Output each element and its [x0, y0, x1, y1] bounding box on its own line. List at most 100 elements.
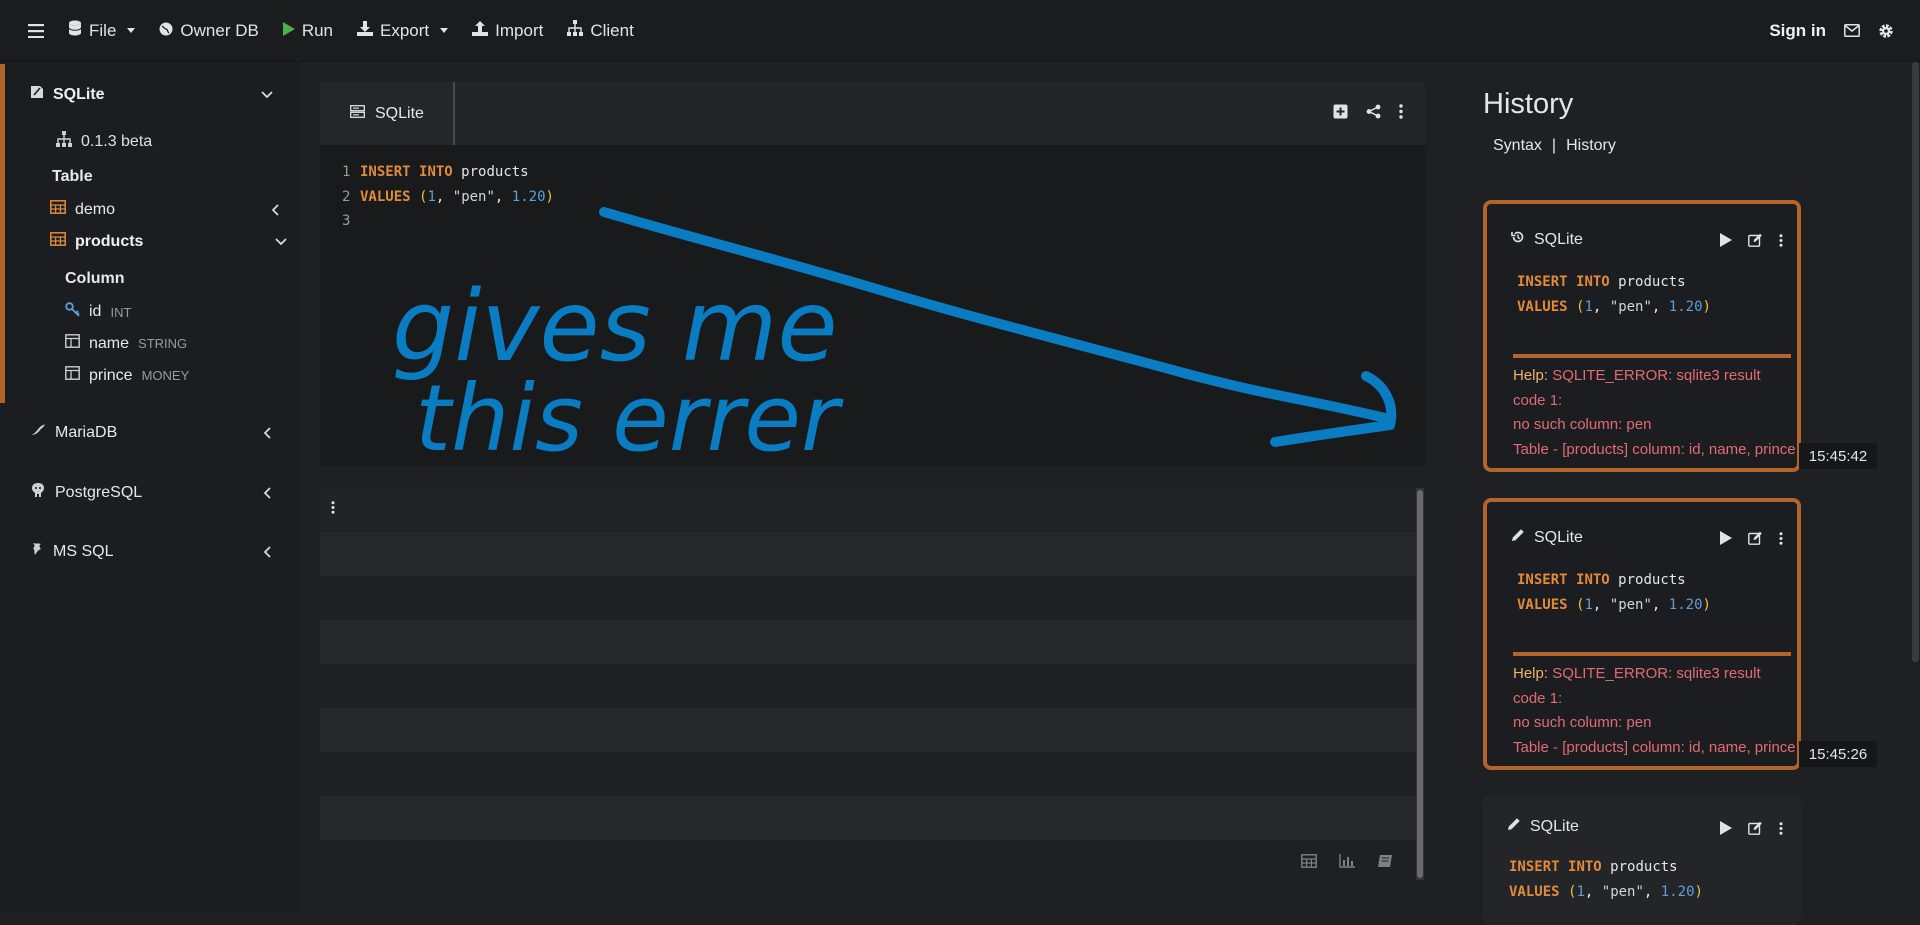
history-db-label: SQLite — [1530, 817, 1579, 835]
import-label: Import — [495, 20, 544, 40]
chevron-down-icon — [274, 235, 288, 249]
code-line: 1 INSERT INTO products — [342, 160, 554, 185]
keyword: INSERT — [1517, 274, 1568, 290]
keyword: INTO — [1576, 274, 1610, 290]
chart-view-icon[interactable] — [1339, 854, 1355, 873]
history-link[interactable]: History — [1566, 137, 1616, 155]
client-button[interactable]: Client — [567, 20, 634, 41]
more-vertical-icon[interactable] — [1399, 104, 1403, 124]
sidebar: SQLite 0.1.3 beta Table demo products Co… — [0, 62, 300, 912]
syntax-link[interactable]: Syntax — [1493, 137, 1542, 155]
column-item-id[interactable]: id INT — [65, 302, 131, 322]
history-code: INSERT INTO products VALUES (1, "pen", 1… — [1517, 568, 1711, 617]
tab-sqlite[interactable]: SQLite — [320, 82, 455, 145]
column-type: INT — [110, 304, 132, 320]
column-name: id — [89, 303, 102, 320]
owner-db-button[interactable]: Owner DB — [159, 21, 259, 41]
run-button[interactable]: Run — [282, 21, 333, 41]
import-button[interactable]: Import — [472, 20, 544, 41]
sidebar-item-mssql[interactable]: MS SQL — [30, 541, 290, 562]
sidebar-item-postgresql[interactable]: PostgreSQL — [30, 482, 290, 503]
table-view-icon[interactable] — [1301, 854, 1317, 873]
page-scrollbar-thumb[interactable] — [1912, 62, 1919, 662]
table-label: demo — [75, 200, 116, 218]
chevron-down-icon — [440, 28, 449, 33]
table-icon — [50, 200, 66, 219]
column-type: MONEY — [141, 368, 190, 383]
edit-icon[interactable] — [1748, 531, 1763, 550]
identifier: products — [1618, 572, 1686, 588]
query-editor-card: SQLite 1 INSERT INTO products 2 VALUES (1,… — [320, 82, 1425, 466]
sign-in-link[interactable]: Sign in — [1769, 21, 1826, 41]
file-menu[interactable]: File — [68, 20, 136, 41]
pencil-icon — [1511, 528, 1525, 547]
more-vertical-icon[interactable] — [1779, 531, 1783, 550]
sidebar-item-label: SQLite — [53, 85, 105, 103]
gear-icon[interactable] — [1878, 23, 1894, 39]
results-toolbar — [320, 488, 1420, 530]
server-icon — [350, 104, 365, 123]
paren: ) — [545, 188, 554, 205]
history-db-label: SQLite — [1534, 230, 1583, 248]
globe-icon — [159, 21, 173, 41]
sidebar-item-mariadb[interactable]: MariaDB — [30, 423, 290, 442]
sidebar-item-products[interactable]: products — [50, 232, 290, 251]
comma: , — [1592, 298, 1602, 315]
results-scrollbar-thumb[interactable] — [1417, 490, 1423, 878]
mail-icon[interactable] — [1844, 24, 1860, 37]
active-accent-bar — [0, 64, 5, 403]
keyword: INSERT — [360, 164, 411, 180]
line-number: 3 — [342, 213, 351, 229]
export-menu[interactable]: Export — [357, 20, 449, 41]
string-literal: "pen" — [1601, 883, 1644, 900]
sidebar-item-sqlite[interactable]: SQLite — [30, 85, 290, 104]
history-panel: History Syntax | History SQLite INSERT I… — [1443, 62, 1920, 925]
history-code: INSERT INTO products VALUES (1, "pen", 1… — [1517, 270, 1711, 319]
keyword: INTO — [1576, 572, 1610, 588]
error-message: Help: SQLITE_ERROR: sqlite3 result code … — [1513, 364, 1797, 462]
column-name: name — [89, 334, 130, 352]
edit-icon[interactable] — [1748, 233, 1763, 252]
sitemap-icon — [567, 20, 584, 41]
sql-code-editor[interactable]: 1 INSERT INTO products 2 VALUES (1, "pen",… — [342, 160, 554, 234]
page-scrollbar[interactable] — [1910, 62, 1920, 912]
number-literal: 1.20 — [1668, 596, 1703, 613]
keyword: INSERT — [1509, 859, 1560, 875]
sitemap-icon — [56, 131, 72, 152]
history-entry[interactable]: SQLite INSERT INTO products VALUES (1, "… — [1483, 795, 1801, 925]
result-row — [320, 532, 1417, 576]
string-literal: "pen" — [1609, 596, 1652, 613]
more-vertical-icon[interactable] — [331, 501, 335, 519]
error-line: SQLITE_ERROR: sqlite3 result code 1: — [1513, 665, 1761, 707]
more-vertical-icon[interactable] — [1779, 233, 1783, 252]
keyword: VALUES — [1517, 298, 1568, 315]
editor-tab-bar: SQLite — [320, 82, 1425, 146]
play-icon[interactable] — [1720, 233, 1732, 252]
edit-icon[interactable] — [1748, 821, 1763, 840]
more-vertical-icon[interactable] — [1779, 821, 1783, 840]
comma: , — [1643, 883, 1653, 900]
book-icon[interactable] — [1377, 854, 1393, 873]
add-tab-icon[interactable] — [1333, 104, 1348, 124]
share-icon[interactable] — [1366, 104, 1381, 124]
paren: ) — [1702, 298, 1711, 315]
mariadb-icon — [30, 423, 46, 442]
table-icon — [50, 232, 66, 251]
column-item-prince[interactable]: prince MONEY — [65, 366, 189, 385]
chevron-left-icon — [260, 545, 274, 559]
sidebar-item-demo[interactable]: demo — [50, 200, 290, 219]
history-entry[interactable]: SQLite INSERT INTO products VALUES (1, "… — [1483, 498, 1801, 770]
menu-icon[interactable] — [28, 23, 44, 38]
play-icon[interactable] — [1720, 531, 1732, 550]
error-line: Table - [products] column: id, name, pri… — [1513, 738, 1796, 756]
history-code: INSERT INTO products VALUES (1, "pen", 1… — [1509, 855, 1703, 904]
timestamp: 15:45:26 — [1799, 741, 1877, 767]
column-icon — [65, 334, 80, 353]
history-entry[interactable]: SQLite INSERT INTO products VALUES (1, "… — [1483, 200, 1801, 472]
keyword: VALUES — [1517, 596, 1568, 613]
play-icon[interactable] — [1720, 821, 1732, 840]
keyword: INTO — [419, 164, 453, 180]
breadcrumb-separator: | — [1551, 137, 1557, 154]
table-label: products — [75, 232, 144, 250]
column-item-name[interactable]: name STRING — [65, 334, 187, 353]
